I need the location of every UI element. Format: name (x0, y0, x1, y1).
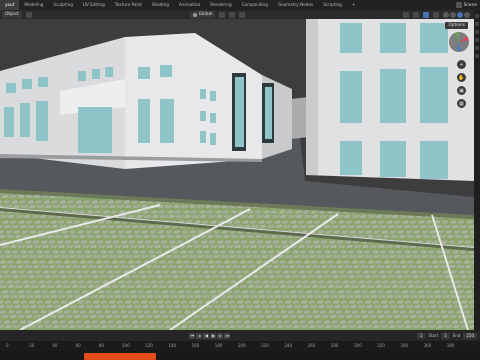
proportional-edit-icon[interactable] (239, 11, 246, 18)
prev-key-icon[interactable]: ◂ (196, 332, 203, 339)
overlay-toggle-icon[interactable] (423, 11, 429, 18)
current-frame-field[interactable]: 1 (416, 332, 426, 339)
ruler-tick-label: 280 (330, 343, 339, 348)
workspace-tab-bar: yout Modeling Sculpting UV Editing Texture P… (0, 0, 480, 10)
tool-icon[interactable] (475, 30, 479, 34)
right-toolbar-strip (474, 10, 480, 330)
workspace-tab[interactable]: Scripting (318, 0, 347, 10)
end-frame-field[interactable]: 250 (463, 332, 477, 339)
orientation-selector[interactable]: Global (189, 11, 216, 18)
solid-shading-icon[interactable] (450, 11, 456, 18)
tool-icon[interactable] (475, 22, 479, 26)
next-key-icon[interactable]: ▸ (217, 332, 224, 339)
ruler-tick-label: 300 (354, 343, 362, 348)
watermark-logo (84, 353, 156, 360)
orientation-icon (192, 12, 197, 17)
ruler-tick-label: 180 (214, 343, 223, 348)
tool-icon[interactable] (475, 54, 479, 58)
workspace-tab[interactable]: yout (0, 0, 20, 10)
material-shading-icon[interactable] (457, 11, 463, 18)
visibility-icon[interactable] (403, 11, 409, 18)
ruler-tick-label: 220 (261, 343, 269, 348)
workspace-tab[interactable]: + (347, 0, 361, 10)
zoom-icon[interactable]: + (457, 60, 466, 69)
scene-icon (455, 2, 462, 8)
viewport-options-button[interactable]: Options (445, 22, 468, 29)
ruler-tick-label: 60 (75, 343, 81, 348)
ruler-tick-label: 240 (284, 343, 293, 348)
ruler-tick-label: 340 (400, 343, 409, 348)
start-label: Start (428, 333, 439, 338)
play-reverse-icon[interactable]: ◀ (203, 332, 210, 339)
mode-selector[interactable]: Object (2, 11, 22, 18)
distant-building (292, 97, 308, 139)
ruler-tick-label: 0 (6, 343, 9, 348)
ruler-tick-label: 360 (423, 343, 432, 348)
workspace-tab[interactable]: Geometry Nodes (273, 0, 318, 10)
jump-end-icon[interactable]: ⏭ (224, 332, 231, 339)
3d-viewport[interactable]: Options + ✋ ▣ ▦ (0, 19, 474, 330)
ruler-tick-label: 40 (52, 343, 58, 348)
pivot-icon[interactable] (219, 11, 226, 18)
status-bar (0, 351, 480, 360)
pan-icon[interactable]: ✋ (457, 73, 466, 82)
ruler-tick-label: 120 (145, 343, 153, 348)
ruler-tick-label: 20 (29, 343, 35, 348)
gizmo-toggle-icon[interactable] (413, 11, 419, 18)
ruler-tick-label: 100 (122, 343, 130, 348)
scene-selector[interactable]: Scene (455, 2, 480, 8)
xray-icon[interactable] (433, 11, 439, 18)
play-icon[interactable]: ▶ (210, 332, 217, 339)
ruler-tick-label: 160 (191, 343, 200, 348)
ruler-tick-label: 80 (98, 343, 104, 348)
ruler-tick-label: 380 (446, 343, 455, 348)
ruler-tick-label: 200 (238, 343, 246, 348)
workspace-tab[interactable]: Compositing (237, 0, 273, 10)
scene-name: Scene (463, 2, 477, 8)
ruler-tick-label: 320 (377, 343, 385, 348)
perspective-toggle-icon[interactable]: ▦ (457, 99, 466, 108)
workspace-tab[interactable]: Sculpting (48, 0, 78, 10)
tool-icon[interactable] (475, 14, 479, 18)
playback-controls: ⏮ ◂ ◀ ▶ ▸ ⏭ (189, 332, 231, 339)
orientation-label: Global (198, 12, 213, 17)
tool-icon[interactable] (475, 38, 479, 42)
timeline-header: ⏮ ◂ ◀ ▶ ▸ ⏭ 1 Start 1 End 250 (0, 330, 480, 341)
ruler-tick-label: 140 (168, 343, 177, 348)
tool-icon[interactable] (475, 46, 479, 50)
jump-start-icon[interactable]: ⏮ (189, 332, 196, 339)
end-label: End (452, 333, 461, 338)
rendered-shading-icon[interactable] (464, 11, 470, 18)
viewport-header: Object Global (0, 10, 474, 19)
wireframe-shading-icon[interactable] (443, 11, 449, 18)
viewport-scene (0, 19, 474, 330)
view-menu-icon[interactable] (26, 11, 32, 18)
workspace-tab[interactable]: UV Editing (78, 0, 110, 10)
workspace-tab[interactable]: Animation (174, 0, 205, 10)
workspace-tab[interactable]: Texture Paint (110, 0, 147, 10)
camera-view-icon[interactable]: ▣ (457, 86, 466, 95)
workspace-tab[interactable]: Modeling (19, 0, 48, 10)
start-frame-field[interactable]: 1 (441, 332, 450, 339)
snap-icon[interactable] (229, 11, 236, 18)
workspace-tab[interactable]: Shading (147, 0, 174, 10)
ruler-tick-label: 260 (307, 343, 316, 348)
shading-modes (443, 11, 470, 18)
timeline-ruler[interactable]: 0 20 40 60 80 100 120 140 160 180 200 220 240 260 280 3… (0, 341, 480, 351)
workspace-tab[interactable]: Rendering (205, 0, 236, 10)
navigation-gizmo-icon[interactable] (448, 31, 470, 53)
